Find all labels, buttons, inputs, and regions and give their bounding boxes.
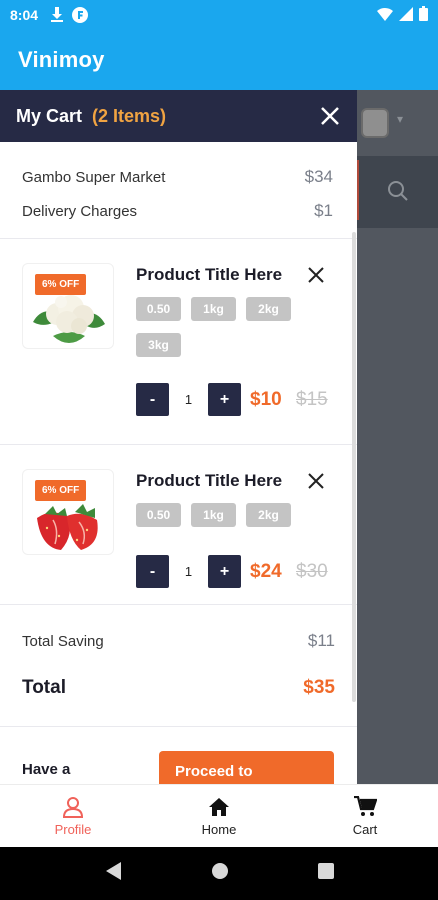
- nav-item-home[interactable]: Home: [146, 785, 292, 847]
- home-icon: [209, 797, 229, 816]
- close-icon: [321, 107, 339, 125]
- weight-option[interactable]: 2kg: [246, 503, 291, 527]
- product-old-price: $30: [296, 561, 328, 582]
- decrease-quantity-button[interactable]: -: [136, 555, 169, 588]
- cart-header: My Cart (2 Items): [0, 90, 357, 142]
- increase-quantity-button[interactable]: +: [208, 383, 241, 416]
- product-image-strawberry[interactable]: 6% OFF: [22, 469, 114, 555]
- system-nav-bar: [0, 847, 438, 900]
- product-image-cauliflower[interactable]: 6% OFF: [22, 263, 114, 349]
- bottom-nav: Profile Home Cart: [0, 784, 438, 847]
- cart-item: 6% OFF Product Title Here 0.50 1kg 2kg 3…: [0, 239, 357, 445]
- weight-options: 0.50 1kg 2kg: [136, 503, 336, 527]
- nav-label-profile: Profile: [54, 821, 92, 837]
- cart-item-count: (2 Items): [92, 105, 167, 126]
- close-icon: [308, 267, 324, 283]
- product-title: Product Title Here: [136, 265, 283, 284]
- total-amount: $35: [303, 677, 335, 698]
- store-amount: $34: [304, 167, 333, 186]
- weight-option[interactable]: 1kg: [191, 503, 236, 527]
- app-bar: Vinimoy: [0, 30, 438, 90]
- profile-icon: [62, 796, 84, 818]
- total-label: Total: [22, 677, 66, 698]
- recents-icon[interactable]: [317, 863, 334, 884]
- cart-title: My Cart: [16, 105, 83, 126]
- summary-row-store: Gambo Super Market $34: [22, 160, 333, 194]
- background-page-overlay[interactable]: ▾: [357, 90, 438, 784]
- proceed-button[interactable]: Proceed to: [159, 751, 334, 784]
- cart-footer: Have a Proceed to: [0, 727, 357, 784]
- battery-icon: [419, 6, 428, 24]
- nav-item-profile[interactable]: Profile: [0, 785, 146, 847]
- nav-label-cart: Cart: [352, 821, 378, 837]
- search-icon: [387, 180, 409, 207]
- weight-option[interactable]: 1kg: [191, 297, 236, 321]
- app-title: Vinimoy: [18, 47, 105, 72]
- discount-badge: 6% OFF: [35, 480, 87, 501]
- quantity-stepper: - 1 +: [136, 555, 241, 588]
- back-icon[interactable]: [104, 861, 122, 886]
- remove-item-button[interactable]: [306, 265, 326, 285]
- close-icon: [308, 473, 324, 489]
- weight-option[interactable]: 0.50: [136, 503, 181, 527]
- status-bar: 8:04: [0, 0, 438, 30]
- wifi-icon: [377, 7, 393, 24]
- status-time: 8:04: [10, 7, 39, 23]
- quantity-stepper: - 1 +: [136, 383, 241, 416]
- product-price: $24: [250, 561, 282, 582]
- download-icon: [50, 7, 64, 23]
- store-label: Gambo Super Market: [22, 168, 166, 186]
- cart-drawer: My Cart (2 Items) Gambo Super Market $34…: [0, 90, 357, 784]
- nav-item-cart[interactable]: Cart: [292, 785, 438, 847]
- background-accent-line: [357, 160, 359, 220]
- weight-options: 0.50 1kg 2kg 3kg: [136, 297, 336, 357]
- coupon-link[interactable]: Have a: [22, 761, 70, 778]
- chevron-down-icon: ▾: [397, 112, 404, 126]
- avatar: [361, 108, 389, 138]
- cart-summary: Gambo Super Market $34 Delivery Charges …: [0, 142, 357, 239]
- product-old-price: $15: [296, 389, 328, 410]
- remove-item-button[interactable]: [306, 471, 326, 491]
- total-row: Total $35: [22, 659, 335, 717]
- close-cart-button[interactable]: [319, 105, 341, 127]
- quantity-value: 1: [184, 564, 193, 579]
- total-saving-label: Total Saving: [22, 632, 104, 650]
- signal-icon: [399, 6, 413, 24]
- product-price: $10: [250, 389, 282, 410]
- cart-item: 6% OFF Product Title Here 0.50 1kg 2kg -…: [0, 445, 357, 605]
- cart-totals: Total Saving $11 Total $35: [0, 605, 357, 727]
- scrollbar[interactable]: [352, 232, 356, 702]
- summary-row-delivery: Delivery Charges $1: [22, 194, 333, 228]
- weight-option[interactable]: 2kg: [246, 297, 291, 321]
- decrease-quantity-button[interactable]: -: [136, 383, 169, 416]
- weight-option[interactable]: 3kg: [136, 333, 181, 357]
- quantity-value: 1: [184, 392, 193, 407]
- delivery-label: Delivery Charges: [22, 202, 138, 220]
- delivery-amount: $1: [314, 201, 333, 220]
- home-circle-icon[interactable]: [211, 862, 229, 885]
- cart-icon: [354, 795, 377, 816]
- increase-quantity-button[interactable]: +: [208, 555, 241, 588]
- total-saving-row: Total Saving $11: [22, 623, 335, 659]
- nav-label-home: Home: [201, 821, 237, 837]
- product-title: Product Title Here: [136, 471, 283, 490]
- app-notification-icon: [72, 7, 89, 23]
- discount-badge: 6% OFF: [35, 274, 87, 295]
- weight-option[interactable]: 0.50: [136, 297, 181, 321]
- total-saving-amount: $11: [307, 631, 335, 650]
